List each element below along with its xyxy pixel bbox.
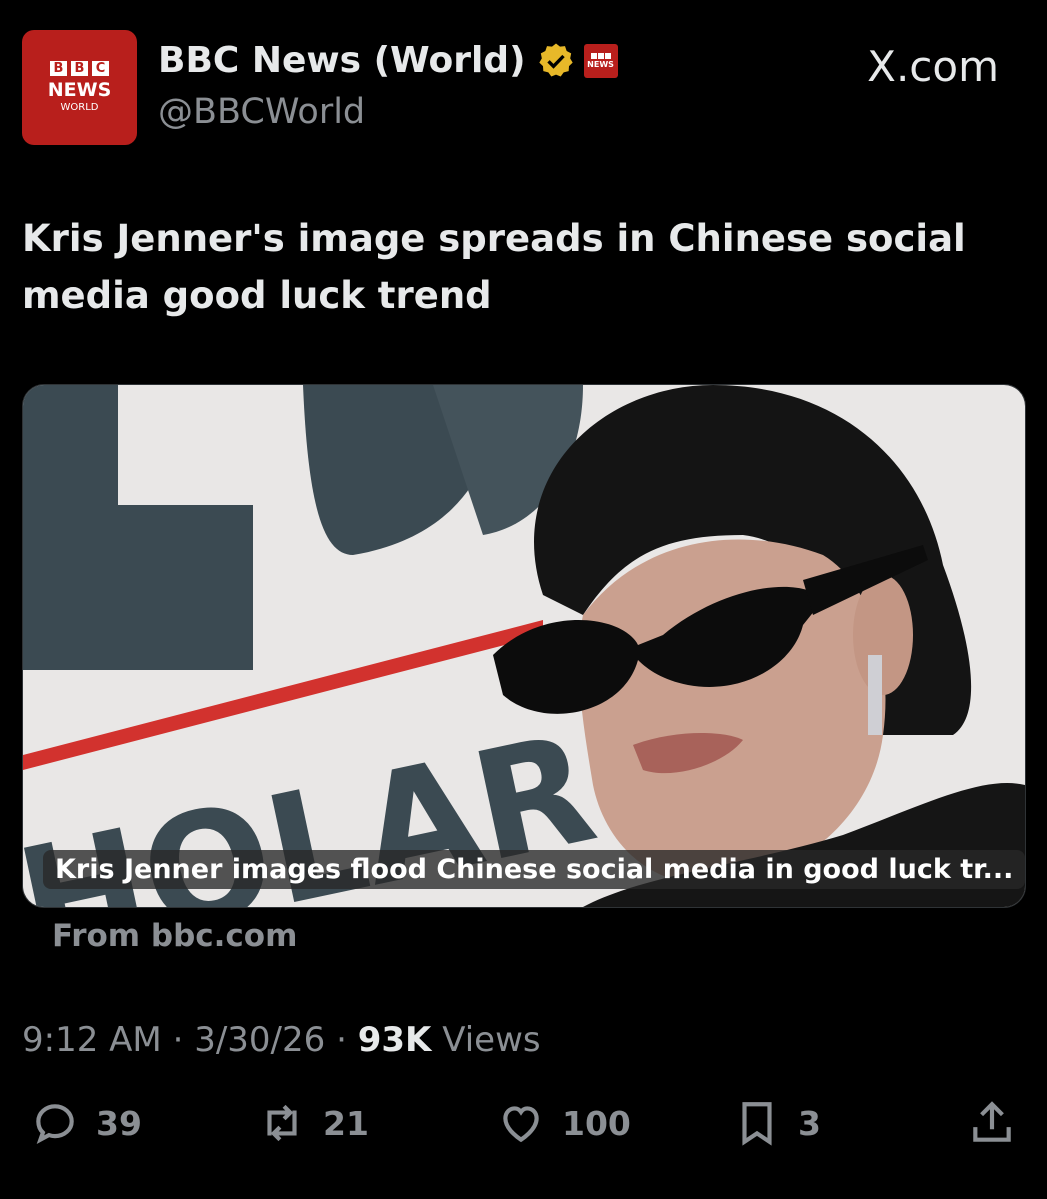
meta-separator: · [336,1020,358,1060]
like-count: 100 [562,1103,631,1143]
reply-button[interactable]: 39 [30,1098,142,1148]
share-button[interactable] [967,1098,1017,1148]
account-avatar[interactable]: BBC NEWS WORLD [22,30,137,145]
account-name-row: BBC News (World) NEWS [158,40,618,81]
post-text: Kris Jenner's image spreads in Chinese s… [22,217,966,317]
bookmark-button[interactable]: 3 [732,1098,821,1148]
avatar-news-text: NEWS [47,79,112,101]
post-meta: 9:12 AM · 3/30/26 · 93K Views [22,1020,541,1060]
action-bar: 39 21 100 3 [22,1098,1022,1158]
link-card[interactable]: HOLAR Kris Jenner images flood Chinese s… [22,384,1026,908]
card-image: HOLAR [23,385,1025,907]
bbc-logo-blocks: BBC [50,61,109,76]
repost-icon [267,1104,297,1142]
repost-count: 21 [323,1103,369,1143]
card-source[interactable]: From bbc.com [52,918,297,954]
like-button[interactable]: 100 [496,1098,631,1148]
meta-separator: · [172,1020,195,1060]
account-handle[interactable]: @BBCWorld [158,92,365,132]
post-date[interactable]: 3/30/26 [194,1020,325,1060]
reply-icon [36,1104,74,1145]
account-name[interactable]: BBC News (World) [158,40,526,81]
post-time[interactable]: 9:12 AM [22,1020,162,1060]
reply-count: 39 [96,1103,142,1143]
share-icon [973,1101,1011,1142]
avatar-world-text: WORLD [60,102,99,113]
views-count: 93K [357,1020,432,1060]
repost-button[interactable]: 21 [257,1098,369,1148]
verified-badge-icon[interactable] [536,41,576,81]
bookmark-count: 3 [798,1103,821,1143]
heart-icon [503,1106,539,1143]
views-label: Views [442,1020,541,1060]
card-caption: Kris Jenner images flood Chinese social … [43,850,1025,889]
site-label: X.com [867,42,999,91]
affiliate-badge-icon[interactable]: NEWS [583,43,618,78]
bookmark-icon [742,1102,772,1146]
